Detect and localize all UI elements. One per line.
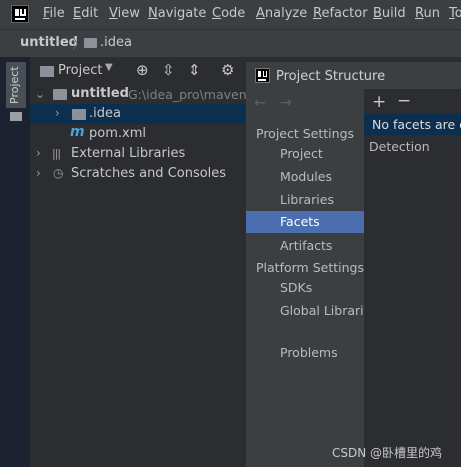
tree-root-path: G:\idea_pro\maven\u xyxy=(128,87,259,102)
chevron-right-icon[interactable]: › xyxy=(55,106,60,120)
chevron-right-icon[interactable]: › xyxy=(36,166,41,180)
tree-scratches[interactable]: Scratches and Consoles xyxy=(71,166,226,181)
intellij-logo-icon xyxy=(11,5,29,23)
folder-icon xyxy=(84,38,97,48)
sidebar-item-label: SDKs xyxy=(280,280,313,295)
tree-pom-file[interactable]: pom.xml xyxy=(89,126,146,141)
breadcrumb-folder[interactable]: .idea xyxy=(100,35,132,50)
folder-icon xyxy=(72,109,86,120)
detection-label[interactable]: Detection xyxy=(369,139,430,154)
sidebar-item-label: Libraries xyxy=(280,192,334,207)
chevron-down-icon[interactable]: ▼ xyxy=(105,62,113,73)
sidebar-item-global-libraries[interactable]: Global Librarie xyxy=(246,300,364,322)
tree-external-libraries[interactable]: External Libraries xyxy=(71,146,185,161)
menu-build[interactable]: Build xyxy=(373,6,406,21)
sidebar-item-sdks[interactable]: SDKs xyxy=(246,277,364,299)
menu-code[interactable]: Code xyxy=(212,6,245,21)
menu-tools[interactable]: To xyxy=(449,6,461,21)
remove-icon[interactable]: − xyxy=(397,91,411,111)
forward-arrow-icon[interactable]: → xyxy=(280,95,292,111)
dialog-title: Project Structure xyxy=(276,69,386,84)
sidebar-item-label: Problems xyxy=(280,345,338,360)
menu-analyze[interactable]: Analyze xyxy=(256,6,307,21)
intellij-logo-icon xyxy=(255,68,270,83)
folder-icon xyxy=(10,112,22,121)
tree-idea-folder: .idea xyxy=(89,106,121,121)
section-platform-settings: Platform Settings xyxy=(256,260,364,275)
menu-refactor[interactable]: Refactor xyxy=(313,6,368,21)
facets-list-row[interactable]: No facets are c xyxy=(364,114,461,135)
folder-icon xyxy=(40,66,54,77)
breadcrumb-project[interactable]: untitled xyxy=(20,35,78,50)
menu-edit[interactable]: Edit xyxy=(73,6,98,21)
sidebar-item-libraries[interactable]: Libraries xyxy=(246,189,364,211)
project-tool-tab-label[interactable]: Project xyxy=(8,66,21,104)
sidebar-item-modules[interactable]: Modules xyxy=(246,166,364,188)
collapse-all-icon[interactable]: ⇕ xyxy=(188,61,201,79)
chevron-down-icon[interactable]: ⌄ xyxy=(35,87,45,101)
menu-navigate[interactable]: Navigate xyxy=(148,6,206,21)
sidebar-item-label: Facets xyxy=(280,214,320,229)
scratches-icon: ◷ xyxy=(53,166,64,180)
sidebar-item-problems[interactable]: Problems xyxy=(246,342,364,364)
menu-view[interactable]: View xyxy=(109,6,140,21)
breadcrumb: untitled 〉 .idea xyxy=(0,29,461,57)
sidebar-item-label: Artifacts xyxy=(280,238,333,253)
libraries-icon: ||| xyxy=(52,147,61,160)
expand-all-icon[interactable]: ⇳ xyxy=(162,61,175,79)
section-project-settings: Project Settings xyxy=(256,126,355,141)
project-view-selector[interactable]: Project xyxy=(58,63,102,78)
back-arrow-icon[interactable]: ← xyxy=(254,95,266,111)
module-folder-icon xyxy=(53,89,67,100)
locate-target-icon[interactable]: ⊕ xyxy=(136,61,149,79)
gear-icon[interactable]: ⚙ xyxy=(221,61,234,79)
menu-run[interactable]: Run xyxy=(415,6,440,21)
sidebar-item-label: Global Librarie xyxy=(280,303,364,318)
sidebar-item-artifacts[interactable]: Artifacts xyxy=(246,235,364,257)
sidebar-item-project[interactable]: Project xyxy=(246,143,364,165)
sidebar-item-label: Project xyxy=(280,146,323,161)
menu-file[interactable]: File xyxy=(43,6,65,21)
tree-root-name: untitled xyxy=(71,86,129,101)
sidebar-item-facets[interactable]: Facets xyxy=(246,211,364,233)
maven-icon: m xyxy=(70,124,85,140)
chevron-right-icon[interactable]: › xyxy=(36,146,41,160)
watermark: CSDN @卧槽里的鸡 xyxy=(332,446,443,460)
facets-empty-text: No facets are c xyxy=(372,117,461,132)
sidebar-item-label: Modules xyxy=(280,169,332,184)
add-icon[interactable]: + xyxy=(372,92,386,112)
